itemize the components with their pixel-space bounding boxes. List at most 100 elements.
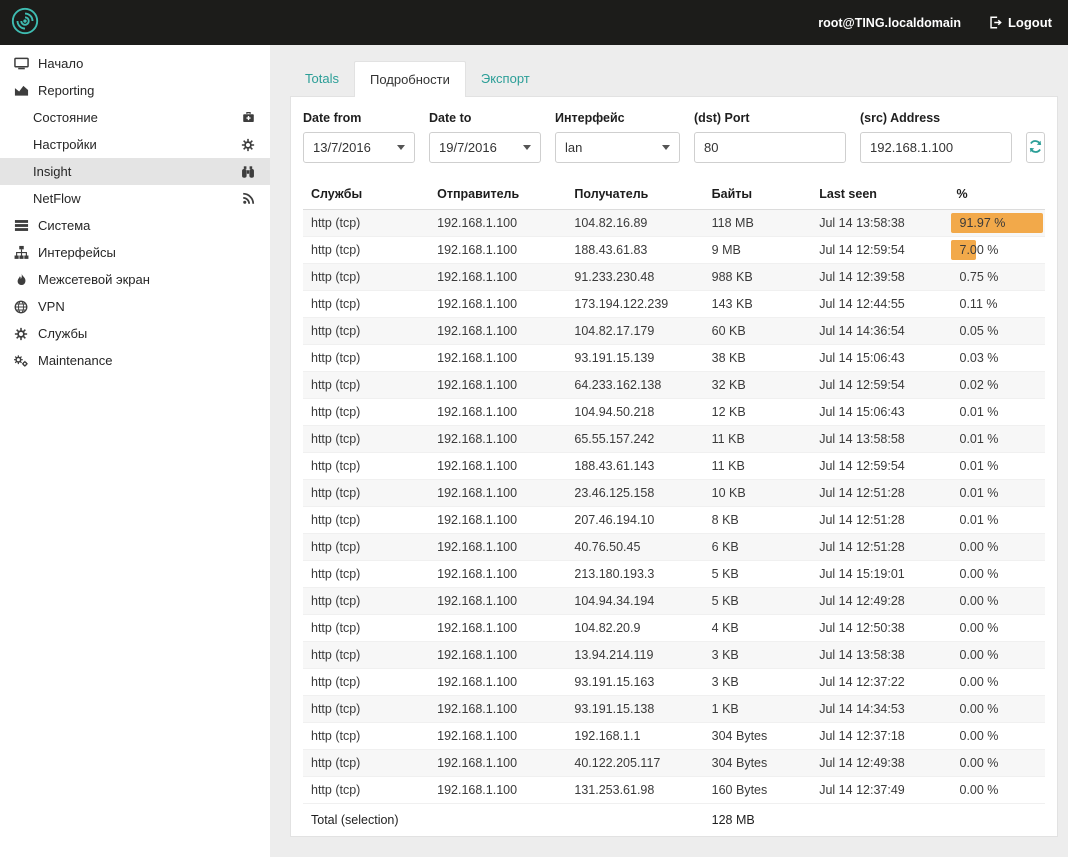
cell-source: 192.168.1.100	[429, 750, 566, 777]
total-selection-label: Total (selection)	[303, 804, 704, 837]
cell-bytes: 988 KB	[704, 264, 812, 291]
src-address-field: (src) Address	[860, 111, 1012, 163]
tab-export[interactable]: Экспорт	[466, 61, 545, 96]
cell-bytes: 6 KB	[704, 534, 812, 561]
gears-icon	[12, 354, 30, 368]
cell-source: 192.168.1.100	[429, 291, 566, 318]
date-from-select[interactable]: 13/7/2016	[303, 132, 415, 163]
cell-source: 192.168.1.100	[429, 696, 566, 723]
column-header-3[interactable]: Байты	[704, 179, 812, 210]
sidebar-menu: Начало Reporting СостояниеНастройкиInsight…	[0, 50, 270, 374]
sidebar-item-netflow[interactable]: NetFlow	[0, 185, 270, 212]
cell-destination: 213.180.193.3	[566, 561, 703, 588]
sidebar-item-firewall[interactable]: Межсетевой экран	[0, 266, 270, 293]
cell-destination: 40.122.205.117	[566, 750, 703, 777]
cell-last-seen: Jul 14 12:39:58	[811, 264, 948, 291]
cell-last-seen: Jul 14 13:58:38	[811, 210, 948, 237]
cell-percent: 0.00 %	[949, 696, 1046, 723]
fire-icon	[12, 273, 30, 286]
cell-service: http (tcp)	[303, 291, 429, 318]
cell-last-seen: Jul 14 12:59:54	[811, 237, 948, 264]
dst-port-input[interactable]	[694, 132, 846, 163]
table-row: http (tcp)192.168.1.100173.194.122.23914…	[303, 291, 1045, 318]
cell-service: http (tcp)	[303, 264, 429, 291]
sitemap-icon	[12, 245, 30, 260]
sidebar-item-label: Reporting	[38, 83, 94, 98]
cell-bytes: 10 KB	[704, 480, 812, 507]
cell-destination: 192.168.1.1	[566, 723, 703, 750]
table-row: http (tcp)192.168.1.100104.82.17.17960 K…	[303, 318, 1045, 345]
sidebar-item-vpn[interactable]: VPN	[0, 293, 270, 320]
cell-percent: 7.00 %	[949, 237, 1046, 264]
tab-totals[interactable]: Totals	[290, 61, 354, 96]
cell-source: 192.168.1.100	[429, 507, 566, 534]
cell-source: 192.168.1.100	[429, 318, 566, 345]
table-row: http (tcp)192.168.1.10093.191.15.1633 KB…	[303, 669, 1045, 696]
cell-bytes: 304 Bytes	[704, 750, 812, 777]
cell-percent: 91.97 %	[949, 210, 1046, 237]
cell-service: http (tcp)	[303, 210, 429, 237]
cell-last-seen: Jul 14 12:37:18	[811, 723, 948, 750]
cell-source: 192.168.1.100	[429, 642, 566, 669]
sidebar-item-insight[interactable]: Insight	[0, 158, 270, 185]
cell-source: 192.168.1.100	[429, 345, 566, 372]
dst-port-field: (dst) Port	[694, 111, 846, 163]
logout-button[interactable]: Logout	[989, 15, 1052, 30]
cell-last-seen: Jul 14 13:58:38	[811, 642, 948, 669]
cell-service: http (tcp)	[303, 426, 429, 453]
cell-source: 192.168.1.100	[429, 480, 566, 507]
gear-icon	[12, 327, 30, 341]
column-header-5[interactable]: %	[949, 179, 1046, 210]
column-header-2[interactable]: Получатель	[566, 179, 703, 210]
cell-percent: 0.01 %	[949, 480, 1046, 507]
cell-bytes: 4 KB	[704, 615, 812, 642]
table-row: http (tcp)192.168.1.100131.253.61.98160 …	[303, 777, 1045, 804]
medkit-icon	[242, 111, 255, 124]
column-header-4[interactable]: Last seen	[811, 179, 948, 210]
cell-percent: 0.02 %	[949, 372, 1046, 399]
cell-destination: 104.82.16.89	[566, 210, 703, 237]
sidebar-item-reporting[interactable]: Reporting	[0, 77, 270, 104]
cell-last-seen: Jul 14 12:44:55	[811, 291, 948, 318]
sidebar-item-label: NetFlow	[33, 191, 81, 206]
sidebar-item-system[interactable]: Система	[0, 212, 270, 239]
date-to-value: 19/7/2016	[439, 140, 497, 155]
src-address-input[interactable]	[860, 132, 1012, 163]
table-row: http (tcp)192.168.1.100192.168.1.1304 By…	[303, 723, 1045, 750]
cell-percent: 0.01 %	[949, 426, 1046, 453]
sidebar-item-maintenance[interactable]: Maintenance	[0, 347, 270, 374]
date-from-value: 13/7/2016	[313, 140, 371, 155]
cell-bytes: 5 KB	[704, 561, 812, 588]
column-header-0[interactable]: Службы	[303, 179, 429, 210]
date-from-label: Date from	[303, 111, 415, 125]
cell-service: http (tcp)	[303, 777, 429, 804]
opnsense-logo-icon[interactable]	[10, 6, 40, 39]
column-header-1[interactable]: Отправитель	[429, 179, 566, 210]
globe-icon	[12, 300, 30, 314]
cell-source: 192.168.1.100	[429, 723, 566, 750]
table-row: http (tcp)192.168.1.10064.233.162.13832 …	[303, 372, 1045, 399]
refresh-button[interactable]	[1026, 132, 1045, 163]
table-row: http (tcp)192.168.1.100213.180.193.35 KB…	[303, 561, 1045, 588]
sidebar-item-interfaces[interactable]: Интерфейсы	[0, 239, 270, 266]
cell-service: http (tcp)	[303, 642, 429, 669]
cell-bytes: 32 KB	[704, 372, 812, 399]
table-row: http (tcp)192.168.1.100104.94.34.1945 KB…	[303, 588, 1045, 615]
cell-bytes: 3 KB	[704, 669, 812, 696]
sidebar-item-home[interactable]: Начало	[0, 50, 270, 77]
interface-select[interactable]: lan	[555, 132, 680, 163]
sidebar-item-services[interactable]: Службы	[0, 320, 270, 347]
cell-service: http (tcp)	[303, 534, 429, 561]
sidebar-item-health[interactable]: Состояние	[0, 104, 270, 131]
cell-source: 192.168.1.100	[429, 453, 566, 480]
tab-details[interactable]: Подробности	[354, 61, 466, 97]
sidebar-item-settings[interactable]: Настройки	[0, 131, 270, 158]
cell-last-seen: Jul 14 14:34:53	[811, 696, 948, 723]
cell-service: http (tcp)	[303, 669, 429, 696]
date-to-select[interactable]: 19/7/2016	[429, 132, 541, 163]
main-content: TotalsПодробностиЭкспорт Date from 13/7/…	[270, 45, 1068, 857]
table-row: http (tcp)192.168.1.10013.94.214.1193 KB…	[303, 642, 1045, 669]
insight-details-panel: Date from 13/7/2016 Date to 19/7/2016 Ин…	[290, 96, 1058, 837]
table-row: http (tcp)192.168.1.10040.76.50.456 KBJu…	[303, 534, 1045, 561]
table-footer-row: Total (selection) 128 MB	[303, 804, 1045, 837]
